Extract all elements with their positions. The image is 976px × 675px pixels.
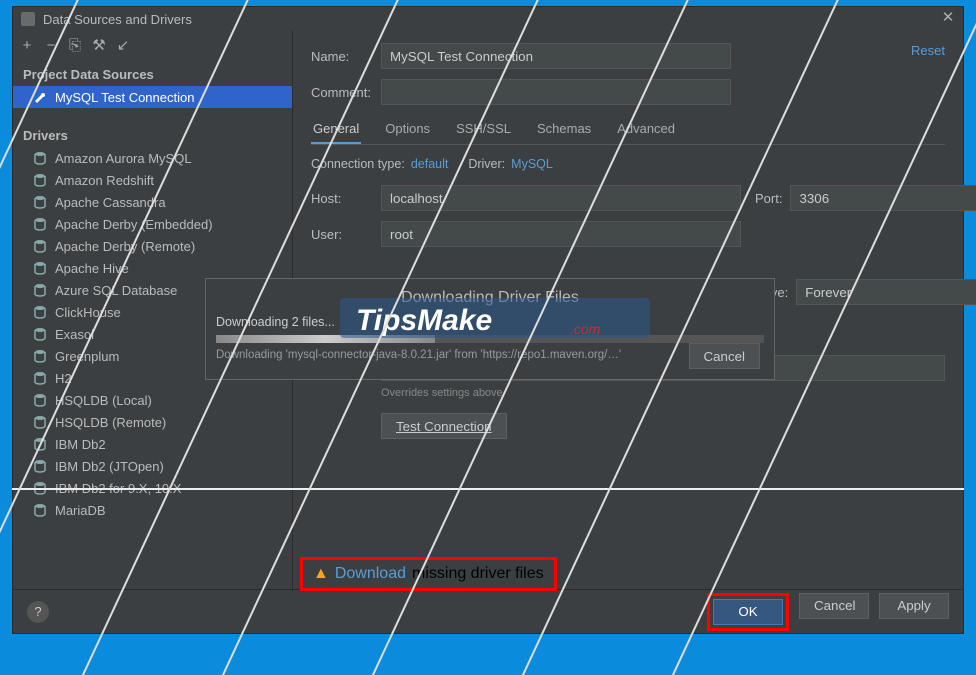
tab-advanced[interactable]: Advanced <box>615 115 677 144</box>
decorative-line <box>12 488 964 490</box>
svg-text:.com: .com <box>570 321 601 337</box>
driver-label: Azure SQL Database <box>55 283 177 298</box>
download-missing-drivers[interactable]: ▲ Download missing driver files <box>300 557 557 591</box>
driver-label: IBM Db2 (JTOpen) <box>55 459 164 474</box>
driver-item[interactable]: Amazon Aurora MySQL <box>13 147 292 169</box>
driver-label: Driver: <box>468 157 505 171</box>
cancel-button[interactable]: Cancel <box>799 593 869 619</box>
user-input[interactable] <box>381 221 741 247</box>
connection-type-row: Connection type: default Driver: MySQL <box>311 157 945 171</box>
revert-icon[interactable]: ↙ <box>115 38 131 54</box>
footer-buttons: OK Cancel Apply <box>707 593 949 631</box>
driver-item[interactable]: Apache Derby (Remote) <box>13 235 292 257</box>
database-icon <box>33 239 47 253</box>
database-icon <box>33 261 47 275</box>
tab-ssh-ssl[interactable]: SSH/SSL <box>454 115 513 144</box>
database-icon <box>33 283 47 297</box>
comment-label: Comment: <box>311 85 381 100</box>
download-link-rest: missing driver files <box>412 565 544 583</box>
driver-item[interactable]: Apache Derby (Embedded) <box>13 213 292 235</box>
database-icon <box>33 415 47 429</box>
driver-item[interactable]: IBM Db2 (JTOpen) <box>13 455 292 477</box>
datasource-label: MySQL Test Connection <box>55 90 194 105</box>
copy-icon[interactable]: ⎘ <box>67 38 83 54</box>
driver-item[interactable]: MariaDB <box>13 499 292 521</box>
download-cancel-button[interactable]: Cancel <box>689 343 761 369</box>
database-icon <box>33 349 47 363</box>
driver-label: MariaDB <box>55 503 106 518</box>
user-label: User: <box>311 227 381 242</box>
download-dialog-detail: Downloading 'mysql-connector-java-8.0.21… <box>216 349 764 361</box>
ok-highlight: OK <box>707 593 789 631</box>
database-icon <box>33 305 47 319</box>
add-icon[interactable]: + <box>19 38 35 54</box>
datasource-item[interactable]: MySQL Test Connection <box>13 86 292 108</box>
reset-link[interactable]: Reset <box>911 43 945 58</box>
driver-item[interactable]: HSQLDB (Local) <box>13 389 292 411</box>
database-icon <box>33 393 47 407</box>
wrench-icon[interactable]: ⚒ <box>91 38 107 54</box>
port-input[interactable] <box>790 185 976 211</box>
database-icon <box>33 173 47 187</box>
driver-label: Apache Derby (Embedded) <box>55 217 213 232</box>
ok-button[interactable]: OK <box>713 599 783 625</box>
driver-label: ClickHouse <box>55 305 121 320</box>
host-label: Host: <box>311 191 381 206</box>
database-icon <box>33 371 47 385</box>
connection-type-value[interactable]: default <box>411 157 449 171</box>
port-label: Port: <box>755 191 782 206</box>
database-icon <box>33 151 47 165</box>
footer: ? OK Cancel Apply <box>13 589 963 633</box>
save-select[interactable] <box>796 279 976 305</box>
tab-schemas[interactable]: Schemas <box>535 115 593 144</box>
url-note: Overrides settings above <box>381 387 945 399</box>
database-icon <box>33 195 47 209</box>
help-icon[interactable]: ? <box>27 601 49 623</box>
driver-label: HSQLDB (Local) <box>55 393 152 408</box>
apply-button[interactable]: Apply <box>879 593 949 619</box>
warning-icon: ▲ <box>313 565 329 583</box>
name-input[interactable] <box>381 43 731 69</box>
driver-label: Amazon Redshift <box>55 173 154 188</box>
app-icon <box>21 12 35 26</box>
driver-item[interactable]: Amazon Redshift <box>13 169 292 191</box>
database-icon <box>33 503 47 517</box>
section-project-data-sources: Project Data Sources <box>13 61 292 86</box>
database-icon <box>33 217 47 231</box>
driver-label: Apache Hive <box>55 261 129 276</box>
driver-label: Apache Derby (Remote) <box>55 239 195 254</box>
driver-label: IBM Db2 <box>55 437 106 452</box>
database-icon <box>33 459 47 473</box>
driver-label: Greenplum <box>55 349 119 364</box>
driver-label: HSQLDB (Remote) <box>55 415 166 430</box>
tab-options[interactable]: Options <box>383 115 432 144</box>
driver-item[interactable]: Apache Hive <box>13 257 292 279</box>
svg-text:TipsMake: TipsMake <box>356 304 492 337</box>
download-link[interactable]: Download <box>335 565 406 583</box>
close-icon[interactable]: ✕ <box>939 9 957 27</box>
driver-value[interactable]: MySQL <box>511 157 553 171</box>
database-icon <box>33 327 47 341</box>
driver-item[interactable]: IBM Db2 <box>13 433 292 455</box>
connection-type-label: Connection type: <box>311 157 405 171</box>
title-bar: Data Sources and Drivers ✕ <box>13 7 963 31</box>
section-drivers: Drivers <box>13 122 292 147</box>
comment-input[interactable] <box>381 79 731 105</box>
host-input[interactable] <box>381 185 741 211</box>
